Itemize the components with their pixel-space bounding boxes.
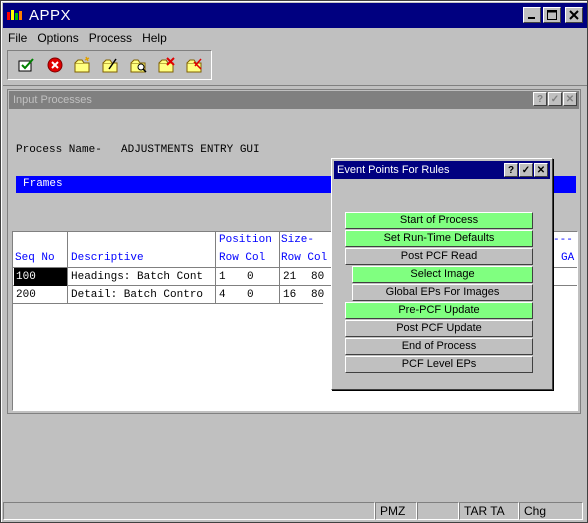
row2-pos-col[interactable]: 0 — [247, 286, 254, 304]
review-icon — [186, 58, 202, 73]
status-panel-mode: PMZ — [375, 502, 417, 520]
header-seq-no: Seq No — [15, 252, 55, 264]
ep-pcf-level-eps-button[interactable]: PCF Level EPs — [345, 356, 533, 373]
appx-logo-icon — [7, 9, 23, 23]
child-title-bar[interactable]: Input Processes ? ✓ ✕ — [9, 91, 579, 109]
event-points-dialog: Event Points For Rules ? ✓ ✕ Start of Pr… — [331, 158, 553, 390]
row1-descriptive[interactable]: Headings: Batch Cont — [71, 268, 213, 286]
menu-options[interactable]: Options — [32, 31, 83, 45]
dialog-help-button[interactable]: ? — [504, 163, 518, 177]
dialog-close-button[interactable]: ✕ — [534, 163, 548, 177]
process-name-value: ADJUSTMENTS ENTRY GUI — [121, 144, 260, 156]
maximize-icon — [547, 10, 557, 20]
header-size: Size- — [281, 234, 315, 246]
delete-button[interactable] — [156, 54, 178, 76]
row2-descriptive[interactable]: Detail: Batch Contro — [71, 286, 213, 304]
cancel-icon — [47, 57, 63, 73]
add-button[interactable] — [72, 54, 94, 76]
grid-divider — [215, 232, 216, 304]
cancel-button[interactable] — [44, 54, 66, 76]
close-button[interactable] — [565, 7, 583, 23]
dialog-ok-button[interactable]: ✓ — [519, 163, 533, 177]
row1-size-row[interactable]: 21 — [283, 268, 296, 286]
row1-size-col[interactable]: 80 — [311, 268, 324, 286]
review-button[interactable] — [184, 54, 206, 76]
ep-end-of-process-button[interactable]: End of Process — [345, 338, 533, 355]
header-position-row-col: Row Col — [219, 252, 266, 264]
ep-select-image-button[interactable]: Select Image — [352, 266, 533, 283]
child-close-button[interactable]: ✕ — [563, 92, 577, 106]
ep-start-of-process-button[interactable]: Start of Process — [345, 212, 533, 229]
row2-size-col[interactable]: 80 — [311, 286, 324, 304]
status-panel-action: Chg — [519, 502, 583, 520]
maximize-button[interactable] — [543, 7, 561, 23]
ep-pre-pcf-update-button[interactable]: Pre-PCF Update — [345, 302, 533, 319]
header-dashes: --- — [553, 234, 573, 246]
menu-bar: File Options Process Help — [3, 29, 587, 47]
child-ok-button[interactable]: ✓ — [548, 92, 562, 106]
process-name-label: Process Name- — [16, 144, 102, 156]
checkmark-icon: ✓ — [550, 93, 560, 105]
row2-size-row[interactable]: 16 — [283, 286, 296, 304]
header-descriptive: Descriptive — [71, 252, 144, 264]
status-panel-message — [3, 502, 375, 520]
dialog-title-bar[interactable]: Event Points For Rules ? ✓ ✕ — [334, 161, 550, 179]
grid-divider — [279, 232, 280, 304]
title-bar[interactable]: APPX — [3, 3, 587, 28]
minimize-icon — [528, 17, 535, 19]
status-panel-target: TAR TA — [459, 502, 519, 520]
dialog-title: Event Points For Rules — [337, 164, 450, 176]
ep-global-eps-for-images-button[interactable]: Global EPs For Images — [352, 284, 533, 301]
delete-icon — [158, 57, 175, 73]
inquire-icon — [130, 59, 147, 73]
row2-seq[interactable]: 200 — [16, 286, 36, 304]
close-icon — [569, 10, 579, 20]
ep-set-run-time-defaults-button[interactable]: Set Run-Time Defaults — [345, 230, 533, 247]
toolbar — [7, 50, 212, 80]
menu-help[interactable]: Help — [137, 31, 172, 45]
minimize-button[interactable] — [523, 7, 541, 23]
menu-process[interactable]: Process — [84, 31, 137, 45]
change-icon — [102, 58, 118, 73]
row1-seq[interactable]: 100 — [14, 268, 67, 286]
inquire-button[interactable] — [128, 54, 150, 76]
header-size-row-col: Row Col — [281, 252, 328, 264]
close-icon: ✕ — [565, 93, 575, 105]
row1-pos-col[interactable]: 0 — [247, 268, 254, 286]
ep-post-pcf-update-button[interactable]: Post PCF Update — [345, 320, 533, 337]
add-icon — [74, 56, 90, 73]
status-panel-blank — [417, 502, 459, 520]
header-position: Position — [219, 234, 272, 246]
ep-post-pcf-read-button[interactable]: Post PCF Read — [345, 248, 533, 265]
close-icon: ✕ — [536, 164, 546, 176]
header-ga: GA — [561, 252, 575, 264]
end-icon — [18, 58, 34, 72]
row1-pos-row[interactable]: 1 — [219, 268, 226, 286]
child-help-button[interactable]: ? — [533, 92, 547, 106]
app-window: APPX File Options Process Help Input Pro… — [0, 0, 588, 523]
help-icon: ? — [536, 93, 544, 105]
menu-file[interactable]: File — [3, 31, 32, 45]
status-bar: PMZ TAR TA Chg — [3, 501, 587, 521]
change-button[interactable] — [100, 54, 122, 76]
help-icon: ? — [507, 164, 515, 176]
child-window-title: Input Processes — [13, 94, 92, 106]
end-button[interactable] — [16, 54, 38, 76]
row2-pos-row[interactable]: 4 — [219, 286, 226, 304]
checkmark-icon: ✓ — [521, 164, 531, 176]
grid-divider — [67, 232, 68, 304]
app-title: APPX — [29, 7, 72, 24]
